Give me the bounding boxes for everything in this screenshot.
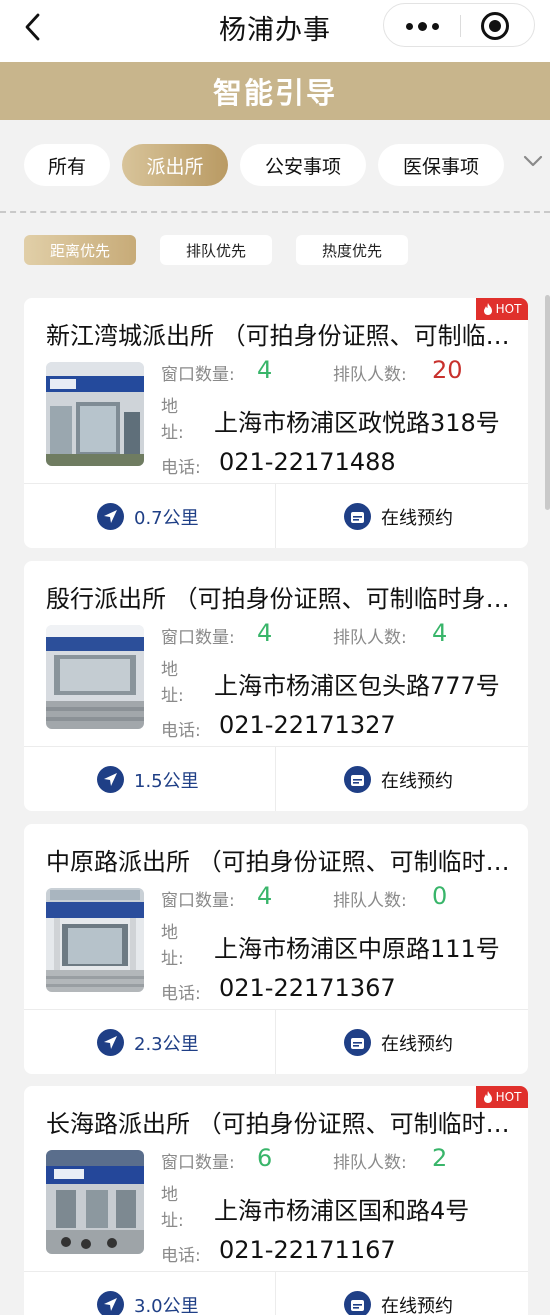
tab-all[interactable]: 所有 — [24, 144, 110, 186]
station-name: 长海路派出所 （可拍身份证照、可制临时身份证） — [46, 1110, 510, 1138]
address-label: 地 — [161, 1185, 178, 1205]
online-booking-button[interactable]: 在线预约 — [344, 1272, 453, 1315]
windows-count: 4 — [257, 882, 273, 910]
more-dots-icon — [405, 22, 413, 30]
card-actions: 0.7公里 在线预约 — [24, 483, 528, 548]
queue-label: 排队人数: — [333, 628, 407, 648]
windows-label: 窗口数量: — [161, 891, 235, 911]
station-phone[interactable]: 021-22171367 — [219, 974, 396, 1002]
station-photo — [46, 1150, 144, 1254]
queue-label: 排队人数: — [333, 891, 407, 911]
station-address: 上海市杨浦区国和路4号 — [214, 1197, 470, 1225]
station-photo — [46, 888, 144, 992]
station-address: 上海市杨浦区政悦路318号 — [214, 409, 500, 437]
windows-count: 4 — [257, 619, 273, 647]
online-booking-button[interactable]: 在线预约 — [344, 1010, 453, 1074]
station-card[interactable]: HOT 长海路派出所 （可拍身份证照、可制临时身份证） 窗口数量: 6 排队人数… — [24, 1086, 528, 1315]
header-banner: 智能引导 — [0, 62, 550, 120]
station-card[interactable]: HOT 新江湾城派出所 （可拍身份证照、可制临时身份证） 窗口数量: 4 排队人… — [24, 298, 528, 548]
station-card[interactable]: 殷行派出所 （可拍身份证照、可制临时身份证） 窗口数量: 4 排队人数: 4 地… — [24, 561, 528, 811]
online-booking-button[interactable]: 在线预约 — [344, 747, 453, 811]
sort-distance[interactable]: 距离优先 — [24, 235, 136, 265]
navigation-arrow-icon — [97, 1291, 124, 1315]
station-address: 上海市杨浦区中原路111号 — [214, 935, 500, 963]
close-target-icon[interactable] — [481, 12, 509, 40]
phone-label: 电话: — [161, 1246, 201, 1266]
queue-count: 20 — [432, 356, 463, 384]
queue-label: 排队人数: — [333, 1153, 407, 1173]
station-photo — [46, 362, 144, 466]
address-label: 地 — [161, 923, 178, 943]
banner-title: 智能引导 — [212, 76, 337, 110]
tab-police-station[interactable]: 派出所 — [122, 144, 228, 186]
flame-icon — [483, 1091, 492, 1103]
distance-navigate-button[interactable]: 2.3公里 — [97, 1010, 199, 1074]
queue-count: 0 — [432, 882, 448, 910]
station-name: 中原路派出所 （可拍身份证照、可制临时身份证） — [46, 848, 510, 876]
windows-label: 窗口数量: — [161, 365, 235, 385]
distance-navigate-button[interactable]: 1.5公里 — [97, 747, 199, 811]
station-address: 上海市杨浦区包头路777号 — [214, 672, 500, 700]
tab-medical-insurance[interactable]: 医保事项 — [378, 144, 504, 186]
distance-navigate-button[interactable]: 3.0公里 — [97, 1272, 199, 1315]
scrollbar[interactable] — [545, 295, 550, 510]
divider — [0, 211, 550, 213]
tab-public-security[interactable]: 公安事项 — [240, 144, 366, 186]
station-photo — [46, 625, 144, 729]
navigation-arrow-icon — [97, 766, 124, 793]
station-name: 新江湾城派出所 （可拍身份证照、可制临时身份证） — [46, 322, 510, 350]
windows-label: 窗口数量: — [161, 628, 235, 648]
sort-popularity[interactable]: 热度优先 — [296, 235, 408, 265]
online-booking-button[interactable]: 在线预约 — [344, 484, 453, 548]
windows-count: 6 — [257, 1144, 273, 1172]
address-label: 地 — [161, 397, 178, 417]
queue-count: 2 — [432, 1144, 448, 1172]
flame-icon — [483, 303, 492, 315]
calendar-icon — [344, 766, 371, 793]
navigation-arrow-icon — [97, 1029, 124, 1056]
phone-label: 电话: — [161, 458, 201, 478]
calendar-icon — [344, 1291, 371, 1315]
navigation-arrow-icon — [97, 503, 124, 530]
card-actions: 1.5公里 在线预约 — [24, 746, 528, 811]
station-name: 殷行派出所 （可拍身份证照、可制临时身份证） — [46, 585, 510, 613]
address-label: 地 — [161, 660, 178, 680]
card-actions: 2.3公里 在线预约 — [24, 1009, 528, 1074]
calendar-icon — [344, 1029, 371, 1056]
mini-program-capsule — [383, 3, 535, 47]
queue-label: 排队人数: — [333, 365, 407, 385]
station-phone[interactable]: 021-22171488 — [219, 448, 396, 476]
chevron-down-icon[interactable] — [522, 150, 544, 172]
station-card[interactable]: 中原路派出所 （可拍身份证照、可制临时身份证） 窗口数量: 4 排队人数: 0 … — [24, 824, 528, 1074]
distance-navigate-button[interactable]: 0.7公里 — [97, 484, 199, 548]
sort-queue[interactable]: 排队优先 — [160, 235, 272, 265]
phone-label: 电话: — [161, 984, 201, 1004]
phone-label: 电话: — [161, 721, 201, 741]
windows-count: 4 — [257, 356, 273, 384]
card-actions: 3.0公里 在线预约 — [24, 1271, 528, 1315]
windows-label: 窗口数量: — [161, 1153, 235, 1173]
more-button[interactable] — [384, 4, 460, 48]
category-tabs: 所有 派出所 公安事项 医保事项 — [0, 120, 550, 212]
calendar-icon — [344, 503, 371, 530]
top-nav-bar: 杨浦办事 — [0, 0, 550, 62]
station-phone[interactable]: 021-22171167 — [219, 1236, 396, 1264]
station-phone[interactable]: 021-22171327 — [219, 711, 396, 739]
queue-count: 4 — [432, 619, 448, 647]
